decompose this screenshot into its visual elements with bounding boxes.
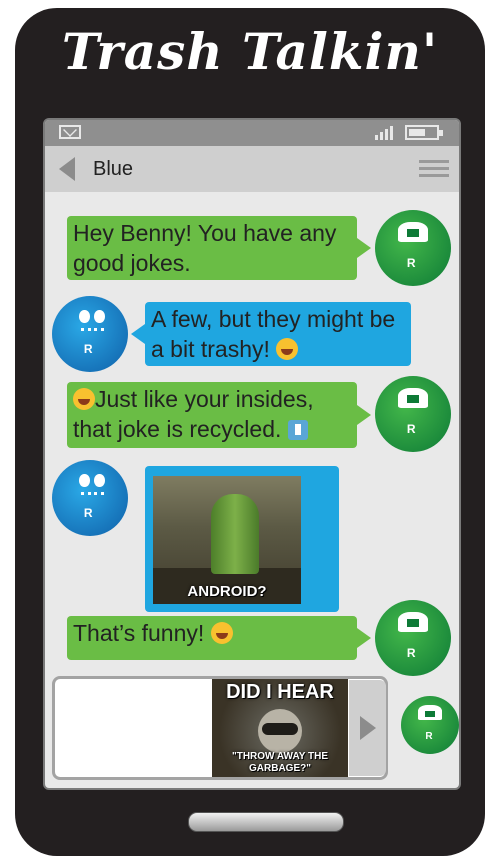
avatar-logo: R xyxy=(406,421,416,436)
message-bubble-blue: A few, but they might be a bit trashy! xyxy=(131,302,411,366)
sleeping-face-emoji-icon xyxy=(73,388,95,410)
avatar-blue: R xyxy=(52,460,128,536)
message-text: Hey Benny! You have any good jokes. xyxy=(73,220,337,276)
chat-header: Blue xyxy=(45,146,459,192)
message-text: That’s funny! xyxy=(73,620,205,646)
meme-image-trash-can[interactable]: ANDROID? xyxy=(153,476,301,604)
avatar-green: R xyxy=(375,600,451,676)
trash-can-image xyxy=(211,494,259,574)
avatar-logo: R xyxy=(83,505,93,520)
tree-icon xyxy=(397,222,429,242)
avatar-green: R xyxy=(401,696,459,754)
avatar-green: R xyxy=(375,376,451,452)
signal-bars-icon xyxy=(375,126,399,140)
eyes-icon xyxy=(79,473,106,488)
avatar-logo: R xyxy=(83,341,93,356)
mail-icon xyxy=(59,125,81,139)
avatar-blue: R xyxy=(52,296,128,372)
back-arrow-icon[interactable] xyxy=(59,157,75,181)
message-text: A few, but they might be a bit trashy! xyxy=(151,306,396,362)
image-message-blue: ANDROID? xyxy=(145,466,339,612)
send-button[interactable] xyxy=(349,680,386,776)
avatar-green: R xyxy=(375,210,451,286)
avatar-logo: R xyxy=(406,255,416,270)
avatar-logo: R xyxy=(406,645,416,660)
meme-bottom-text: "THROW AWAY THE GARBAGE?" xyxy=(231,751,329,774)
eyes-icon xyxy=(79,309,106,324)
tree-icon xyxy=(397,612,429,632)
laughing-tears-emoji-icon xyxy=(276,338,299,360)
tree-icon xyxy=(397,388,429,408)
meme-top-text: DID I HEAR xyxy=(226,681,334,703)
app-title: Trash Talkin' xyxy=(61,22,439,81)
grinning-face-emoji-icon xyxy=(210,622,233,644)
message-bubble-green: Just like your insides, that joke is rec… xyxy=(67,382,371,448)
avatar-logo: R xyxy=(425,730,433,742)
phone-frame: Trash Talkin' Blue Hey Benny! You have a… xyxy=(15,8,485,856)
phone-screen: Blue Hey Benny! You have any good jokes.… xyxy=(43,118,461,790)
meme-caption: ANDROID? xyxy=(187,583,267,600)
message-bubble-green: Hey Benny! You have any good jokes. xyxy=(67,216,371,280)
hamburger-menu-icon[interactable] xyxy=(419,160,449,178)
status-bar xyxy=(45,120,459,146)
home-button[interactable] xyxy=(188,812,344,832)
message-bubble-green: That’s funny! xyxy=(67,616,371,660)
meme-image-raccoon[interactable]: DID I HEAR "THROW AWAY THE GARBAGE?" xyxy=(212,679,348,777)
tree-icon xyxy=(418,705,442,721)
trash-bin-sign-icon xyxy=(287,420,308,440)
message-text: Just like your insides, that joke is rec… xyxy=(73,386,314,442)
contact-name: Blue xyxy=(93,158,134,180)
battery-icon xyxy=(405,125,443,140)
compose-field[interactable]: DID I HEAR "THROW AWAY THE GARBAGE?" xyxy=(52,676,388,780)
